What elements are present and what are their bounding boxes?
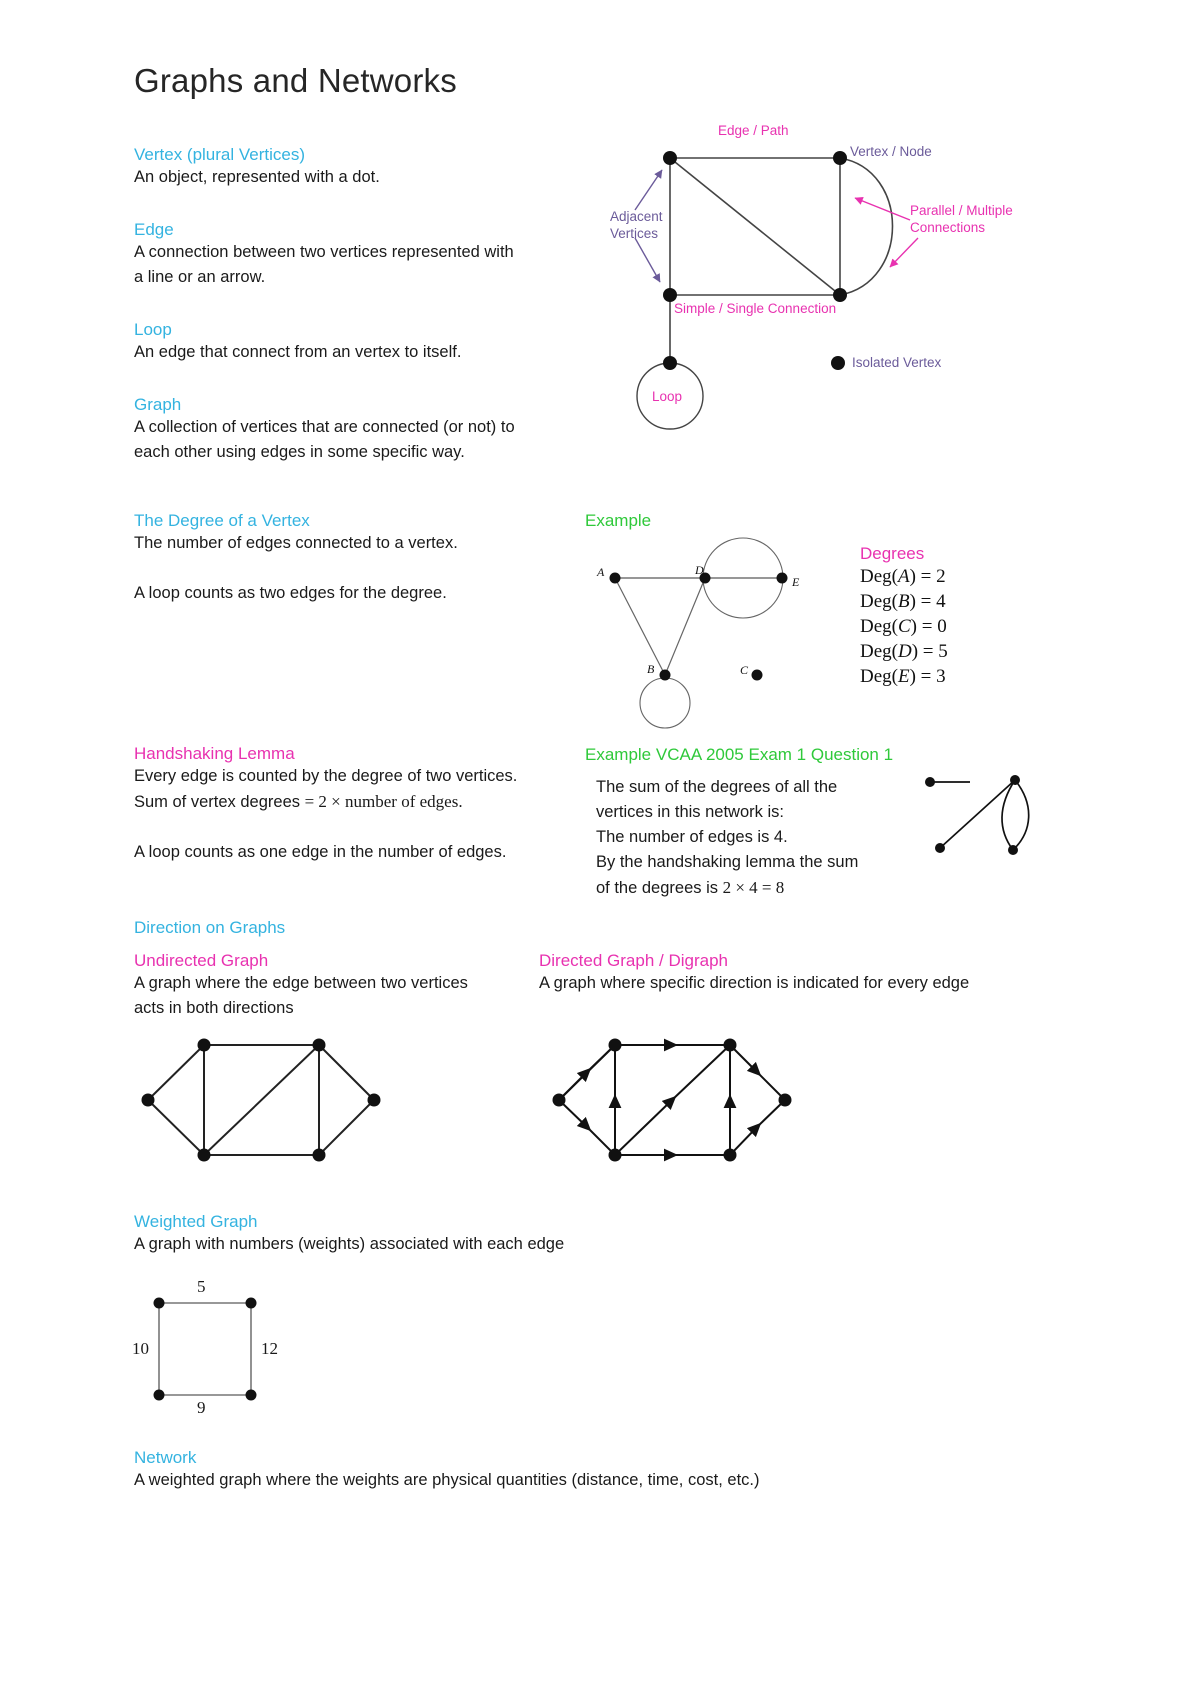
degree-vertex: B xyxy=(897,591,910,612)
directed-graph-diagram xyxy=(545,1030,805,1180)
label-isolated-vertex: Isolated Vertex xyxy=(852,355,942,370)
weighted-graph-diagram: 5 10 12 9 xyxy=(132,1277,334,1417)
vertex-label-c: C xyxy=(740,663,749,677)
directed-definition: Directed Graph / Digraph A graph where s… xyxy=(539,951,1059,996)
weight-top: 5 xyxy=(197,1277,206,1296)
vcaa-solution-text: The sum of the degrees of all the vertic… xyxy=(596,775,926,901)
definition-line: acts in both directions xyxy=(134,999,294,1017)
definition-term: Loop xyxy=(134,320,172,339)
definition-line: A graph where the edge between two verti… xyxy=(134,974,468,992)
vcaa-line5-prefix: of the degrees is xyxy=(596,879,718,897)
definition-line: a line or an arrow. xyxy=(134,268,266,286)
definition-term: Handshaking Lemma xyxy=(134,744,295,763)
network-definition: Network A weighted graph where the weigh… xyxy=(134,1448,1034,1493)
definition-line: A collection of vertices that are connec… xyxy=(134,418,515,436)
example-label: Example xyxy=(585,511,652,530)
degree-value: 3 xyxy=(936,666,946,687)
degree-loop-note: A loop counts as two edges for the degre… xyxy=(134,584,447,602)
vcaa-line2: vertices in this network is: xyxy=(596,803,784,821)
main-graph-diagram: Edge / Path Vertex / Node Parallel / Mul… xyxy=(600,123,1070,440)
degree-definition: The Degree of a Vertex The number of edg… xyxy=(134,511,604,606)
definition-line: The number of edges connected to a verte… xyxy=(134,534,458,552)
vcaa-line4: By the handshaking lemma the sum xyxy=(596,853,859,871)
definition-edge: Edge A connection between two vertices r… xyxy=(134,220,594,290)
degrees-list: Degrees Deg(A) = 2 Deg(B) = 4 Deg(C) = 0… xyxy=(860,544,948,689)
handshaking-note: A loop counts as one edge in the number … xyxy=(134,843,507,861)
degree-row: Deg(C) = 0 xyxy=(860,616,947,637)
degree-row: Deg(E) = 3 xyxy=(860,666,946,687)
definition-term: Directed Graph / Digraph xyxy=(539,951,728,970)
definition-line: A graph with numbers (weights) associate… xyxy=(134,1235,565,1253)
degree-vertex: E xyxy=(897,666,910,687)
handshaking-line2-math: = 2 × number of edges. xyxy=(304,792,463,811)
weight-left: 10 xyxy=(132,1339,149,1358)
degree-row: Deg(D) = 5 xyxy=(860,641,948,662)
degree-vertex: A xyxy=(897,566,910,587)
undirected-graph-diagram xyxy=(134,1030,394,1180)
definition-vertex: Vertex (plural Vertices) An object, repr… xyxy=(134,145,594,190)
degree-value: 5 xyxy=(938,641,948,662)
degree-value: 4 xyxy=(936,591,946,612)
vcaa-line5-math: 2 × 4 = 8 xyxy=(722,878,785,897)
vertex-label-b: B xyxy=(647,662,655,676)
vertex-label-a: A xyxy=(597,565,605,579)
label-edge-path: Edge / Path xyxy=(718,123,789,138)
label-parallel-connections: Parallel / Multiple Connections xyxy=(910,202,1013,236)
definition-term: The Degree of a Vertex xyxy=(134,511,310,530)
definition-line: An object, represented with a dot. xyxy=(134,168,380,186)
definition-graph: Graph A collection of vertices that are … xyxy=(134,395,604,465)
weight-right: 12 xyxy=(261,1339,278,1358)
definition-line: A connection between two vertices repres… xyxy=(134,243,514,261)
degree-value: 0 xyxy=(937,616,947,637)
weight-bottom: 9 xyxy=(197,1398,206,1417)
page-title: Graphs and Networks xyxy=(134,62,457,99)
label-parallel-line1: Parallel / Multiple xyxy=(910,203,1013,218)
vertex-label-e: E xyxy=(792,575,800,589)
document-page: Graphs and Networks Vertex (plural Verti… xyxy=(0,0,1200,1697)
degree-vertex: C xyxy=(897,616,911,637)
label-loop: Loop xyxy=(652,389,683,404)
vcaa-line5: of the degrees is 2 × 4 = 8 xyxy=(596,875,926,901)
handshaking-line2: Sum of vertex degrees = 2 × number of ed… xyxy=(134,789,574,815)
vertex-label-d: D xyxy=(695,563,704,577)
handshaking-line2-prefix: Sum of vertex degrees xyxy=(134,793,300,811)
degree-vertex: D xyxy=(897,641,912,662)
vcaa-line1: The sum of the degrees of all the xyxy=(596,778,838,796)
label-adjacent-line1: Adjacent xyxy=(610,209,663,224)
degree-row: Deg(B) = 4 xyxy=(860,591,946,612)
handshaking-definition: Handshaking Lemma Every edge is counted … xyxy=(134,744,574,865)
degree-row: Deg(A) = 2 xyxy=(860,566,946,587)
definition-term: Network xyxy=(134,1448,197,1467)
definition-term: Weighted Graph xyxy=(134,1212,258,1231)
definition-line: each other using edges in some specific … xyxy=(134,443,465,461)
label-simple-connection: Simple / Single Connection xyxy=(674,301,837,316)
definition-term: Edge xyxy=(134,220,174,239)
definition-term: Undirected Graph xyxy=(134,951,269,970)
vcaa-network-diagram xyxy=(920,770,1050,870)
label-vertex-node: Vertex / Node xyxy=(850,144,932,159)
definition-term: Vertex (plural Vertices) xyxy=(134,145,306,164)
label-adjacent-vertices: Adjacent Vertices xyxy=(610,208,663,242)
definition-term: Graph xyxy=(134,395,182,414)
label-adjacent-line2: Vertices xyxy=(610,226,659,241)
handshaking-line1: Every edge is counted by the degree of t… xyxy=(134,767,518,785)
vcaa-line3: The number of edges is 4. xyxy=(596,828,788,846)
definition-line: A weighted graph where the weights are p… xyxy=(134,1471,760,1489)
degree-example-diagram: A D E B C xyxy=(585,535,835,729)
definition-line: An edge that connect from an vertex to i… xyxy=(134,343,462,361)
weighted-definition: Weighted Graph A graph with numbers (wei… xyxy=(134,1212,834,1257)
label-parallel-line2: Connections xyxy=(910,220,986,235)
definition-line: A graph where specific direction is indi… xyxy=(539,974,970,992)
degrees-title: Degrees xyxy=(860,544,925,563)
undirected-definition: Undirected Graph A graph where the edge … xyxy=(134,951,534,1021)
vcaa-heading: Example VCAA 2005 Exam 1 Question 1 xyxy=(585,745,894,764)
direction-heading: Direction on Graphs xyxy=(134,918,286,937)
degree-value: 2 xyxy=(936,566,946,587)
definition-loop: Loop An edge that connect from an vertex… xyxy=(134,320,594,365)
